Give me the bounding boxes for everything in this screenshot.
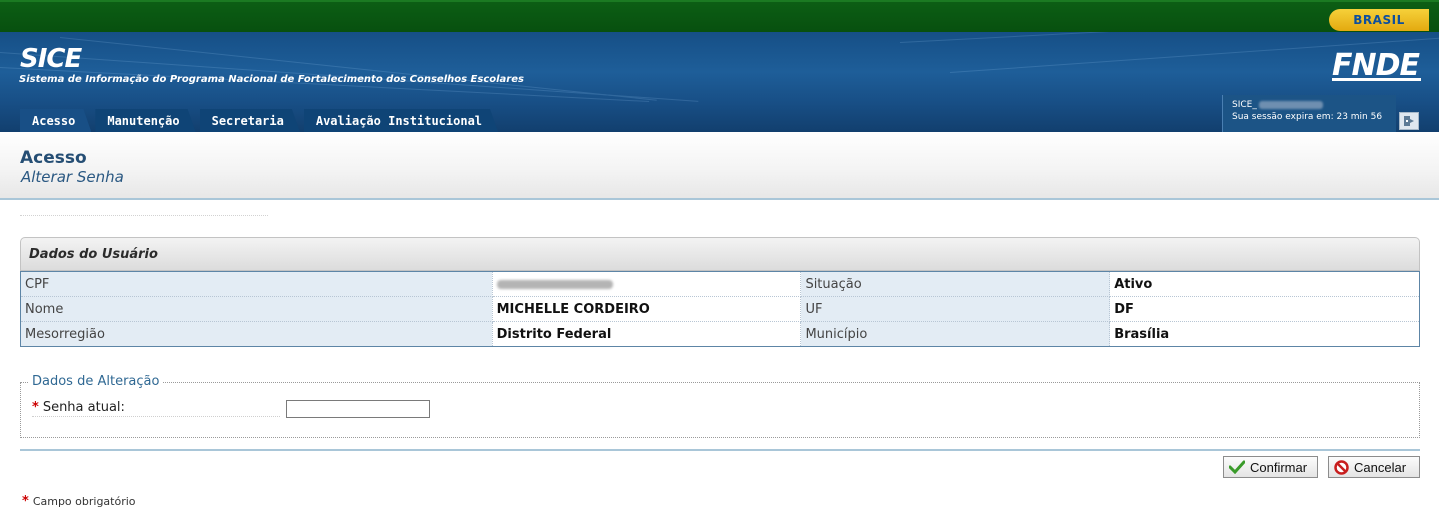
municipio-value: Brasília bbox=[1109, 321, 1420, 347]
municipio-label: Município bbox=[800, 321, 1111, 347]
system-description: Sistema de Informação do Programa Nacion… bbox=[19, 74, 524, 85]
alteracao-legend: Dados de Alteração bbox=[28, 374, 164, 389]
session-user-prefix: SICE_ bbox=[1232, 100, 1257, 110]
section-divider bbox=[20, 449, 1420, 451]
session-expire-text: Sua sessão expira em: 23 min 56 bbox=[1232, 112, 1383, 122]
senha-atual-label-text: Senha atual: bbox=[42, 400, 125, 415]
main-navigation: Acesso Manutenção Secretaria Avaliação I… bbox=[20, 109, 498, 132]
uf-value: DF bbox=[1109, 296, 1420, 322]
page-title-area: Acesso Alterar Senha bbox=[0, 132, 1439, 200]
system-name: SICE bbox=[20, 44, 82, 74]
tab-acesso[interactable]: Acesso bbox=[20, 109, 91, 132]
user-panel-header: Dados do Usuário bbox=[20, 237, 1420, 271]
cancel-button-label: Cancelar bbox=[1354, 459, 1407, 475]
confirm-button[interactable]: Confirmar bbox=[1223, 456, 1318, 478]
confirm-button-label: Confirmar bbox=[1250, 459, 1308, 475]
government-bar: BRASIL bbox=[0, 0, 1439, 32]
uf-label: UF bbox=[800, 296, 1111, 322]
alteracao-fieldset bbox=[20, 382, 1420, 438]
fnde-logo[interactable]: FNDE bbox=[1332, 48, 1421, 83]
senha-atual-label: * Senha atual: bbox=[32, 400, 125, 415]
logout-icon bbox=[1404, 116, 1414, 126]
mesorregiao-label: Mesorregião bbox=[20, 321, 493, 347]
situacao-label: Situação bbox=[800, 271, 1111, 297]
table-row: Nome MICHELLE CORDEIRO UF DF bbox=[20, 296, 1420, 322]
brasil-badge[interactable]: BRASIL bbox=[1317, 9, 1429, 31]
session-info: SICE_ Sua sessão expira em: 23 min 56 bbox=[1222, 95, 1396, 132]
user-data-table: CPF Situação Ativo Nome MICHELLE CORDEIR… bbox=[20, 271, 1420, 347]
logout-button[interactable] bbox=[1399, 112, 1419, 130]
label-dotted-guide bbox=[32, 416, 280, 417]
prohibited-icon bbox=[1334, 459, 1349, 475]
required-marker: * bbox=[32, 400, 39, 415]
mesorregiao-value: Distrito Federal bbox=[492, 321, 802, 347]
table-row: CPF Situação Ativo bbox=[20, 271, 1420, 297]
cancel-button[interactable]: Cancelar bbox=[1328, 456, 1420, 478]
required-field-note-text: Campo obrigatório bbox=[32, 495, 136, 508]
dotted-separator bbox=[20, 215, 268, 216]
table-row: Mesorregião Distrito Federal Município B… bbox=[20, 321, 1420, 347]
required-marker: * bbox=[22, 494, 29, 509]
cpf-label: CPF bbox=[20, 271, 493, 297]
senha-atual-input[interactable] bbox=[286, 400, 430, 418]
cpf-value bbox=[492, 271, 802, 297]
redacted-cpf bbox=[496, 279, 613, 289]
page-title: Acesso bbox=[20, 148, 87, 168]
nome-label: Nome bbox=[20, 296, 493, 322]
tab-avaliacao-institucional[interactable]: Avaliação Institucional bbox=[304, 109, 498, 132]
checkmark-icon bbox=[1229, 460, 1245, 474]
tab-secretaria[interactable]: Secretaria bbox=[200, 109, 300, 132]
required-field-note: * Campo obrigatório bbox=[22, 494, 136, 509]
page-subtitle: Alterar Senha bbox=[21, 168, 124, 186]
nome-value: MICHELLE CORDEIRO bbox=[492, 296, 802, 322]
redacted-username bbox=[1258, 101, 1323, 109]
tab-manutencao[interactable]: Manutenção bbox=[95, 109, 195, 132]
session-user: SICE_ bbox=[1232, 100, 1396, 110]
situacao-value: Ativo bbox=[1109, 271, 1420, 297]
user-panel-title: Dados do Usuário bbox=[29, 247, 158, 262]
